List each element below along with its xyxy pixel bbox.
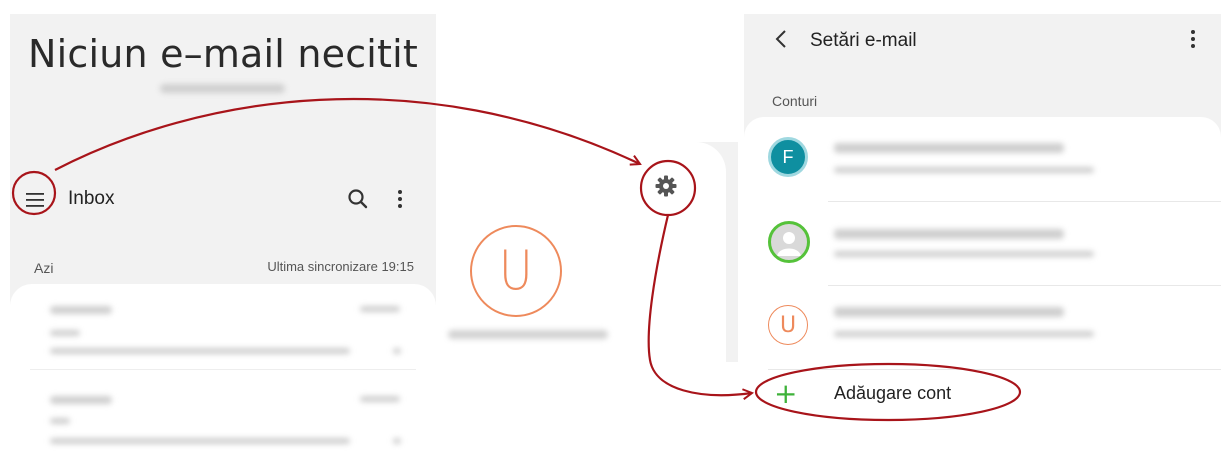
- account-row[interactable]: U: [744, 287, 1221, 369]
- more-vert-icon[interactable]: [1188, 26, 1198, 52]
- plus-icon: +: [774, 377, 798, 410]
- section-header: Conturi: [772, 93, 818, 109]
- mail-list: [10, 284, 436, 459]
- avatar: U: [768, 305, 808, 345]
- avatar: F: [768, 137, 808, 177]
- list-divider: [828, 201, 1221, 202]
- page-title: Niciun e–mail necitit: [27, 32, 419, 76]
- list-item[interactable]: [10, 384, 436, 459]
- inbox-screen: Niciun e–mail necitit Inbox Azi Ultima s…: [10, 14, 436, 459]
- folder-label: Inbox: [68, 188, 115, 209]
- account-email-blurred: [448, 330, 608, 339]
- avatar[interactable]: U: [470, 225, 562, 317]
- inbox-toolbar: Inbox: [10, 179, 436, 219]
- email-settings-screen: Setări e-mail Conturi F U + Adăugare con…: [744, 14, 1221, 430]
- list-item[interactable]: [10, 296, 436, 371]
- avatar: [768, 221, 810, 263]
- gear-icon[interactable]: [654, 174, 678, 198]
- list-divider: [828, 285, 1221, 286]
- account-email-blurred: [160, 84, 285, 93]
- account-row[interactable]: [744, 203, 1221, 285]
- chevron-left-icon[interactable]: [774, 28, 788, 50]
- list-divider: [30, 369, 416, 370]
- add-account-button[interactable]: + Adăugare cont: [744, 366, 1221, 430]
- search-icon[interactable]: [346, 187, 370, 211]
- accounts-list: F U + Adăugare cont: [744, 117, 1221, 430]
- menu-icon[interactable]: [22, 187, 48, 213]
- section-label: Azi: [34, 260, 54, 276]
- page-title: Setări e-mail: [810, 30, 917, 51]
- sync-status: Ultima sincronizare 19:15: [267, 259, 414, 274]
- add-account-label: Adăugare cont: [834, 383, 952, 403]
- more-vert-icon[interactable]: [394, 187, 406, 211]
- account-row[interactable]: F: [744, 117, 1221, 199]
